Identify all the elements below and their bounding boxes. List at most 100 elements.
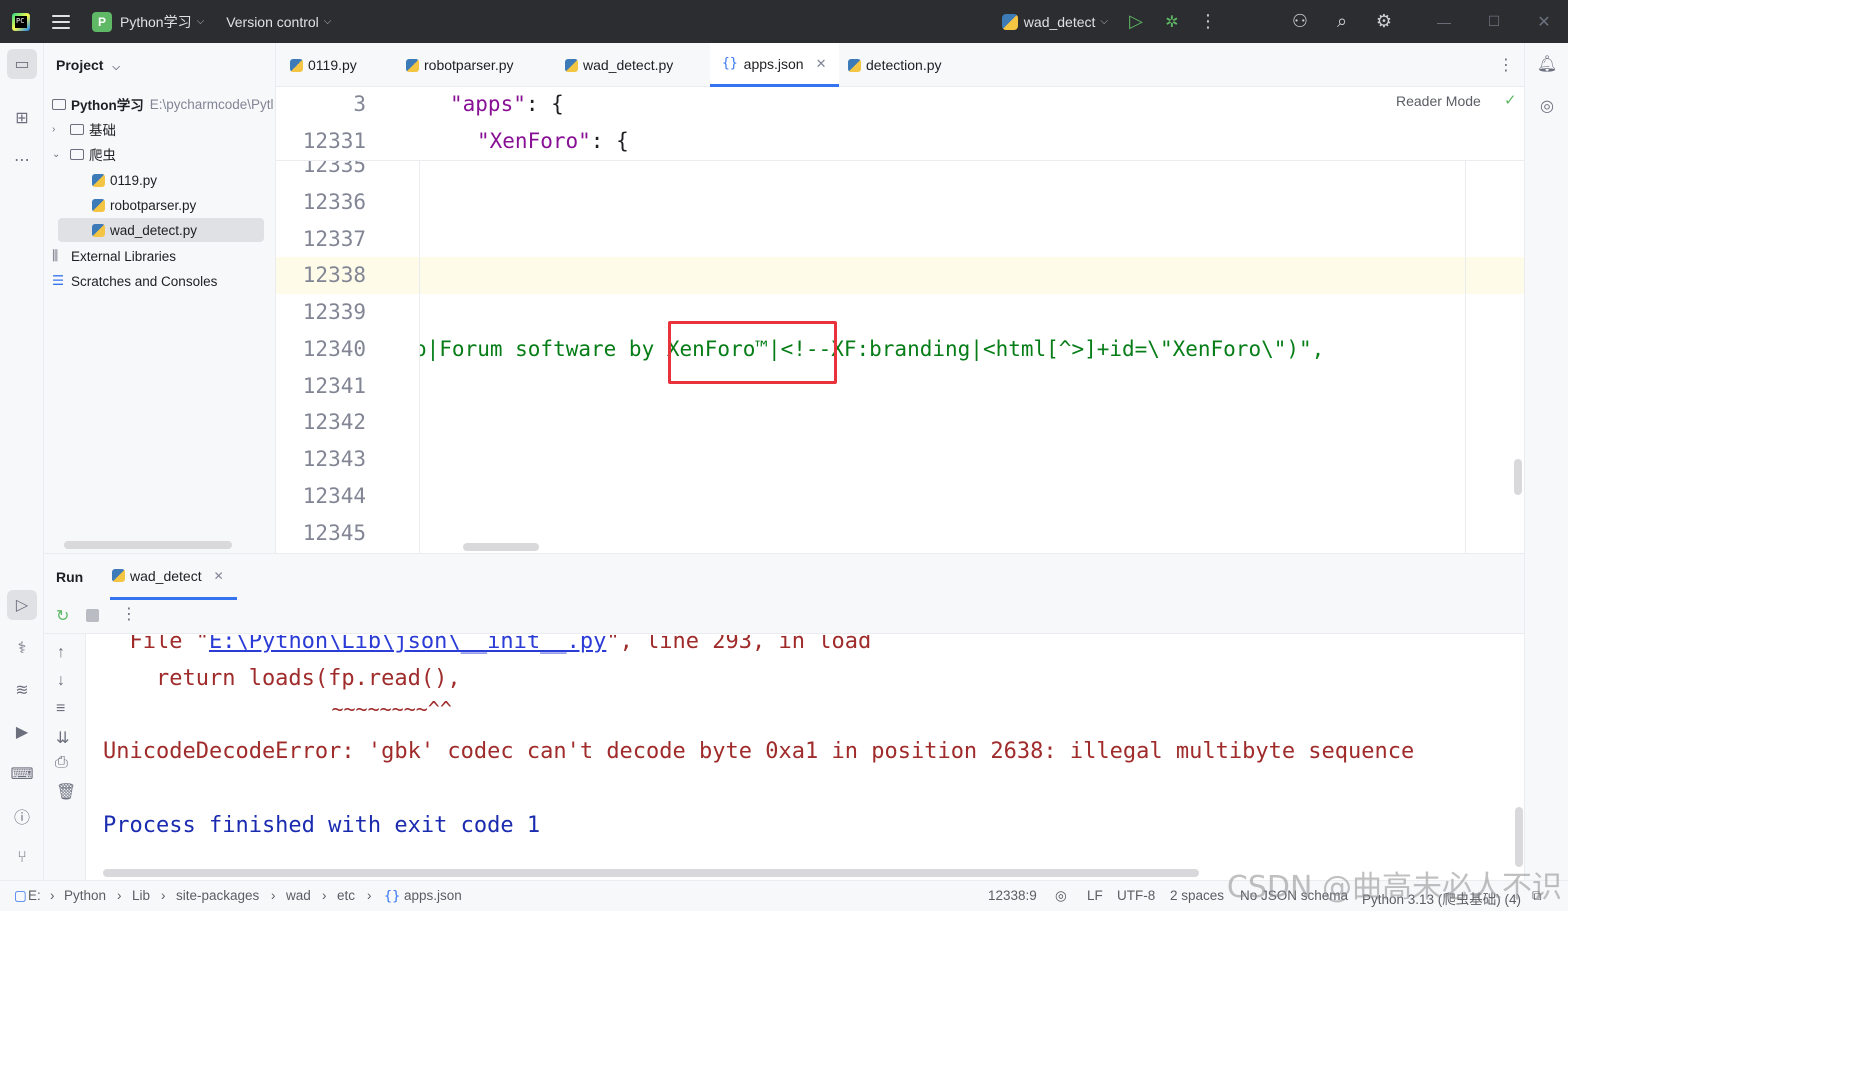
- code-line-clip: o|Forum software by XenForo™|<!--XF:bran…: [420, 337, 1460, 374]
- debug-icon[interactable]: ✲: [1162, 12, 1182, 32]
- rerun-icon[interactable]: ↻: [56, 606, 69, 626]
- layers-icon[interactable]: ≋: [7, 675, 37, 705]
- tree-item-robotparser[interactable]: robotparser.py: [92, 193, 196, 217]
- run-config-select[interactable]: wad_detect: [1024, 14, 1096, 30]
- breadcrumb-item[interactable]: wad: [286, 888, 311, 903]
- arrow-down-icon[interactable]: ↓: [57, 672, 65, 690]
- settings-gear-icon[interactable]: ⚙: [1374, 11, 1394, 32]
- breadcrumb-item[interactable]: apps.json: [404, 888, 462, 903]
- minimize-icon[interactable]: —: [1434, 14, 1454, 30]
- breadcrumb-item[interactable]: site-packages: [176, 888, 259, 903]
- maximize-icon[interactable]: ☐: [1484, 13, 1504, 30]
- chevron-right-icon[interactable]: ›: [52, 124, 64, 135]
- python-file-icon: [290, 58, 303, 72]
- project-name[interactable]: Python学习: [120, 12, 192, 32]
- breadcrumb-item[interactable]: etc: [337, 888, 355, 903]
- close-window-icon[interactable]: ✕: [1534, 12, 1554, 32]
- problems-icon[interactable]: ⓘ: [7, 801, 37, 831]
- breadcrumb-item[interactable]: Python: [64, 888, 106, 903]
- more-vertical-icon[interactable]: ⋮: [1198, 11, 1218, 32]
- notifications-bell-icon[interactable]: 🔔︎: [1532, 49, 1562, 79]
- console-line-exit: Process finished with exit code 1: [103, 813, 541, 838]
- run-tool-icon[interactable]: ▷: [7, 590, 37, 620]
- line-number: 12343: [302, 447, 366, 471]
- editor-vertical-scrollbar[interactable]: [1514, 459, 1522, 495]
- soft-wrap-icon[interactable]: ≡: [56, 700, 65, 718]
- line-number: 12341: [302, 374, 366, 398]
- git-icon[interactable]: ⑂: [7, 843, 37, 873]
- close-tab-icon[interactable]: ✕: [816, 56, 827, 72]
- json-punct: : {: [525, 92, 564, 116]
- tree-item-pachong[interactable]: ⌄ 爬虫: [52, 142, 116, 166]
- line-number: 3: [353, 92, 366, 116]
- project-panel: Project ⌵ Python学习 E:\pycharmcode\Pytl ›…: [44, 43, 276, 553]
- print-icon[interactable]: ⎙: [55, 754, 68, 772]
- breadcrumb-separator: ›: [271, 888, 276, 903]
- tabs-more-icon[interactable]: ⋮: [1498, 43, 1514, 87]
- tree-item-wad-detect[interactable]: wad_detect.py: [58, 218, 264, 242]
- arrow-up-icon[interactable]: ↑: [57, 644, 65, 662]
- ai-assistant-icon[interactable]: ◎: [1532, 91, 1562, 121]
- line-number: 12345: [302, 521, 366, 545]
- editor-horizontal-scrollbar[interactable]: [463, 543, 539, 551]
- breadcrumb-item[interactable]: Lib: [132, 888, 150, 903]
- structure-tool-icon[interactable]: ⊞: [7, 103, 37, 133]
- tree-item-external-libraries[interactable]: ⫼ External Libraries: [52, 244, 176, 268]
- project-badge[interactable]: P: [92, 11, 112, 32]
- search-icon[interactable]: ⌕: [1332, 11, 1352, 32]
- console-text: ", line 293, in load: [606, 635, 872, 654]
- chevron-down-icon[interactable]: ⌵: [112, 62, 120, 73]
- reader-mode-button[interactable]: Reader Mode: [1396, 93, 1481, 109]
- tree-item-scratches[interactable]: ☰ Scratches and Consoles: [52, 269, 217, 293]
- tab-robotparser[interactable]: robotparser.py: [406, 43, 514, 87]
- line-number: 12339: [302, 300, 366, 324]
- chevron-down-icon[interactable]: ⌵: [1100, 16, 1108, 27]
- tab-wad-detect[interactable]: wad_detect.py: [565, 43, 673, 87]
- tab-apps-json[interactable]: {} apps.json ✕: [710, 43, 839, 87]
- tab-label: 0119.py: [308, 57, 357, 73]
- project-tool-icon[interactable]: ▭: [7, 49, 37, 79]
- run-icon[interactable]: ▷: [1126, 11, 1146, 32]
- console-horizontal-scrollbar[interactable]: [103, 869, 1199, 877]
- chevron-down-icon[interactable]: ⌵: [324, 16, 332, 27]
- left-tool-strip: ▭ ⊞ ⋯ ▷ ⚕ ≋ ▶ ⌨ ⓘ ⑂: [0, 43, 44, 880]
- console-vertical-scrollbar[interactable]: [1515, 807, 1523, 867]
- console-line-file: File "E:\Python\Lib\json\__init__.py", l…: [103, 635, 871, 654]
- tree-item-label: wad_detect.py: [110, 222, 198, 238]
- scroll-to-end-icon[interactable]: ⇊: [56, 728, 69, 748]
- file-link[interactable]: E:\Python\Lib\json\__init__.py: [209, 635, 606, 654]
- tree-root[interactable]: Python学习 E:\pycharmcode\Pytl: [52, 92, 274, 116]
- terminal-icon[interactable]: ⌨: [7, 759, 37, 789]
- project-scrollbar[interactable]: [64, 541, 232, 549]
- breadcrumb-item[interactable]: E:: [28, 888, 41, 903]
- code-line-12340: o|Forum software by XenForo™|<!--XF:bran…: [420, 337, 1325, 361]
- project-view-select[interactable]: Project ⌵: [56, 57, 120, 73]
- line-separator[interactable]: LF: [1087, 888, 1103, 903]
- caret-position[interactable]: 12338:9: [988, 888, 1037, 903]
- more-vertical-icon[interactable]: ⋮: [121, 604, 137, 624]
- vcs-widget[interactable]: Version control: [226, 14, 319, 30]
- file-encoding[interactable]: UTF-8: [1117, 888, 1155, 903]
- code-editor[interactable]: 3 "apps": { 12331 "XenForo": { Reader Mo…: [276, 87, 1524, 553]
- tree-item-0119[interactable]: 0119.py: [92, 168, 157, 192]
- stop-icon[interactable]: [86, 609, 99, 622]
- indent-setting[interactable]: 2 spaces: [1170, 888, 1224, 903]
- tab-0119[interactable]: 0119.py: [290, 43, 357, 87]
- services-icon[interactable]: ▶: [7, 717, 37, 747]
- ai-icon[interactable]: ◎: [1055, 888, 1067, 904]
- python-console-icon[interactable]: ⚕: [7, 633, 37, 663]
- tree-item-jichu[interactable]: › 基础: [52, 117, 116, 141]
- tab-detection[interactable]: detection.py: [848, 43, 942, 87]
- trash-icon[interactable]: 🗑︎: [56, 782, 76, 802]
- python-file-icon: [92, 223, 105, 237]
- close-tab-icon[interactable]: ✕: [214, 569, 224, 583]
- run-tab-wad-detect[interactable]: wad_detect ✕: [110, 554, 237, 600]
- console-output[interactable]: File "E:\Python\Lib\json\__init__.py", l…: [87, 635, 1524, 881]
- add-user-icon[interactable]: ⚇: [1290, 11, 1310, 32]
- chevron-down-icon[interactable]: ⌵: [197, 16, 205, 27]
- main-menu-icon[interactable]: [52, 14, 70, 29]
- sticky-lines: 3 "apps": { 12331 "XenForo": { Reader Mo…: [276, 87, 1524, 161]
- chevron-down-icon[interactable]: ⌄: [52, 149, 64, 160]
- run-panel-title: Run: [56, 569, 84, 585]
- more-tools-icon[interactable]: ⋯: [7, 145, 37, 175]
